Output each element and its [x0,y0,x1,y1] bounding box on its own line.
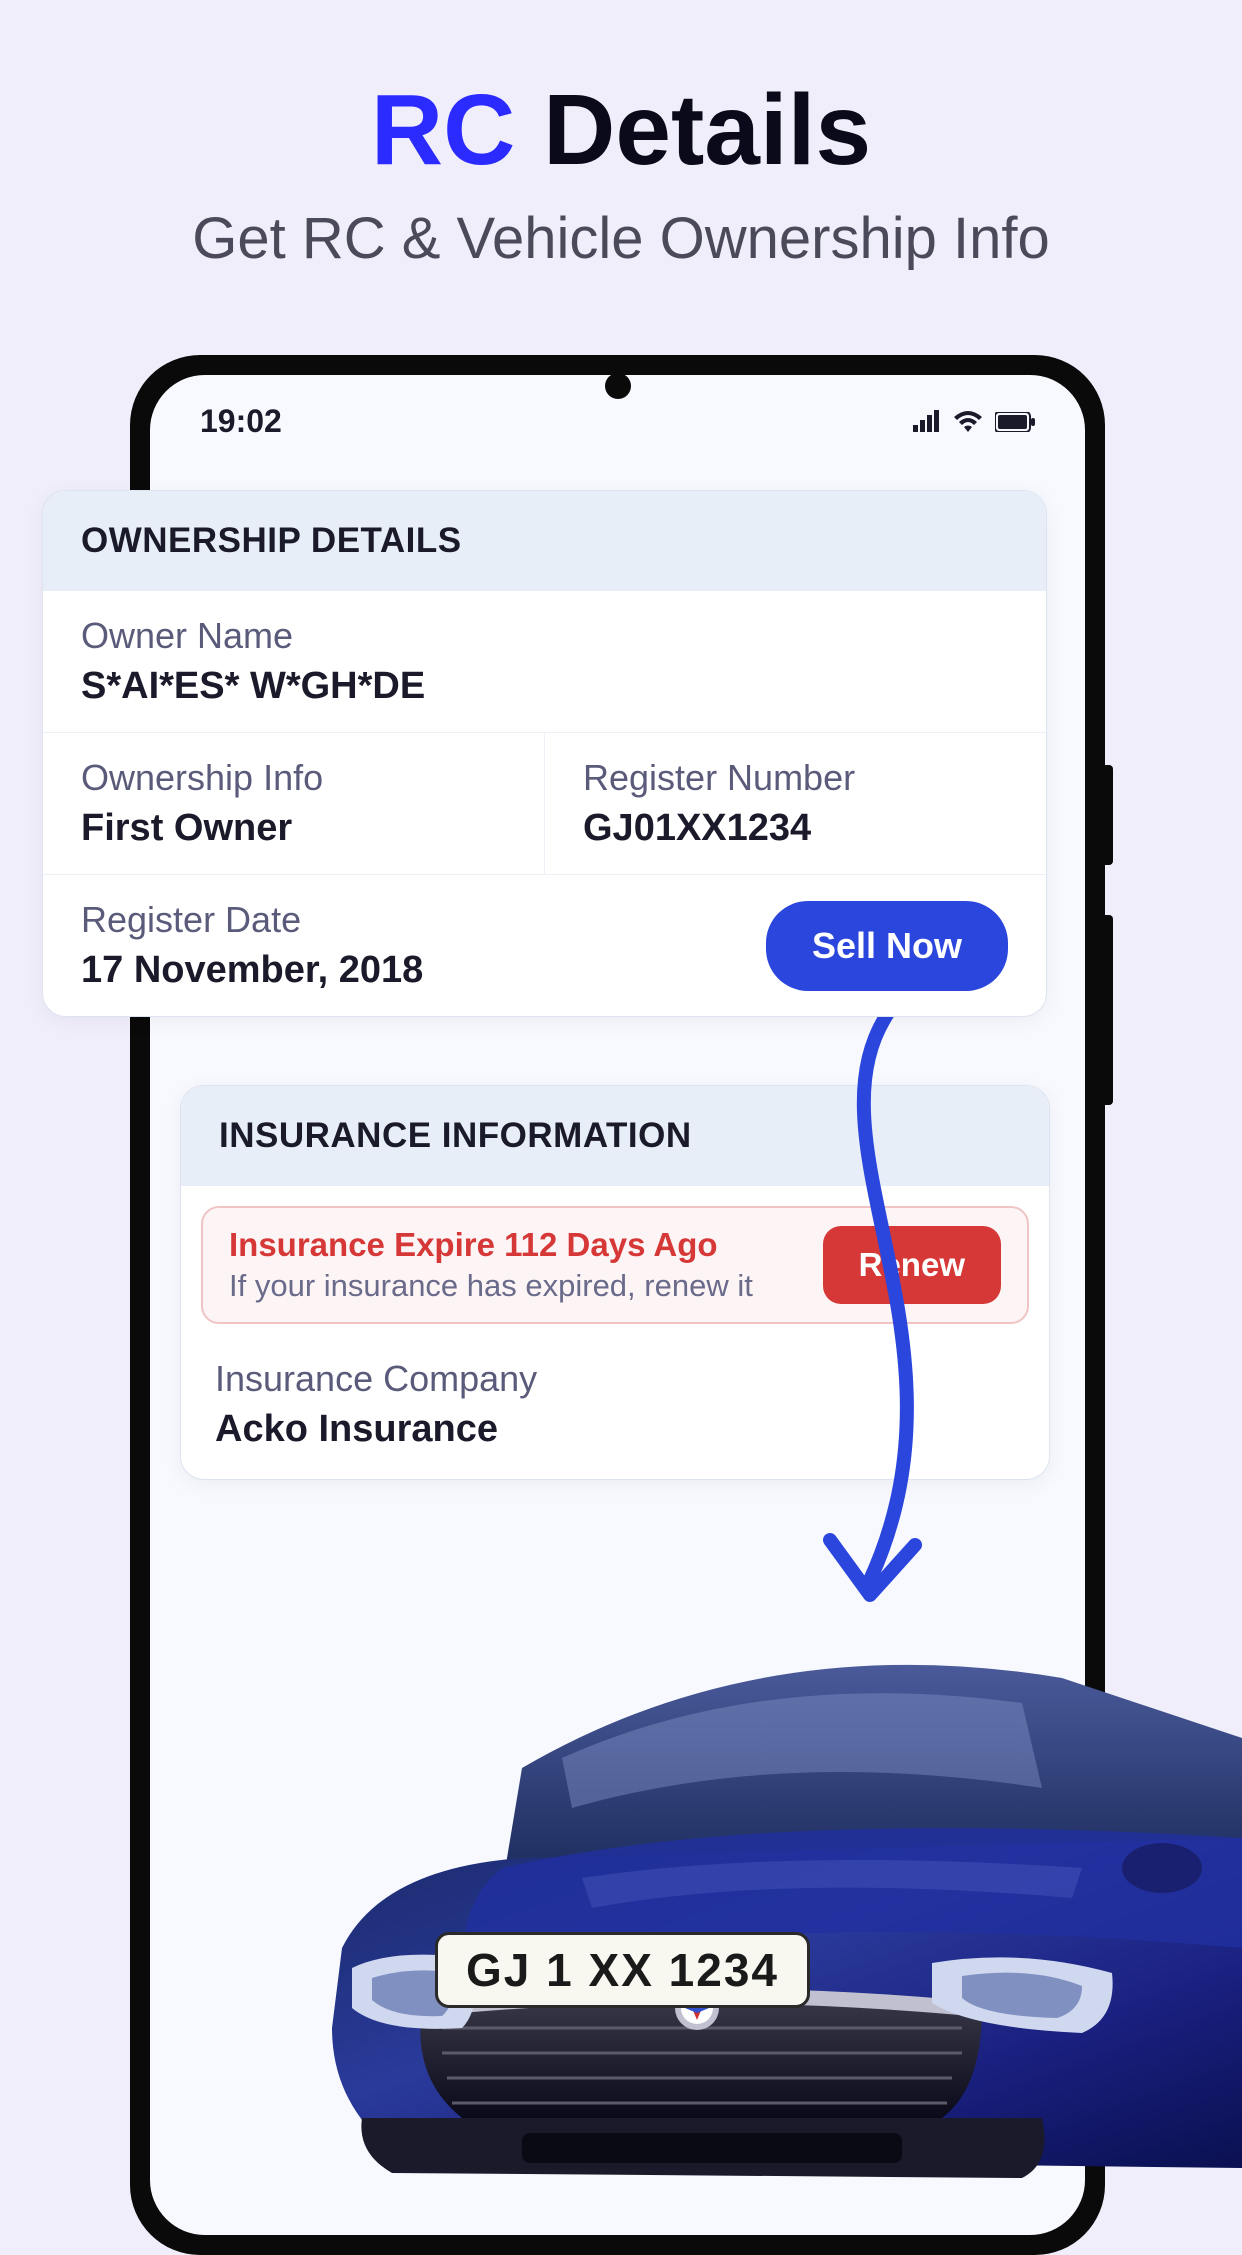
status-icons [913,403,1035,440]
title-highlight: RC [371,74,515,186]
owner-name-label: Owner Name [81,615,1008,657]
license-plate: GJ 1 XX 1234 [435,1932,810,2008]
page-subtitle: Get RC & Vehicle Ownership Info [0,205,1242,272]
owner-name-row: Owner Name S*AI*ES* W*GH*DE [43,591,1046,733]
sell-now-button[interactable]: Sell Now [766,901,1008,991]
page-header: RC Details Get RC & Vehicle Ownership In… [0,0,1242,272]
phone-camera-notch [605,373,631,399]
ownership-details-card: OWNERSHIP DETAILS Owner Name S*AI*ES* W*… [42,490,1047,1017]
phone-side-button [1105,915,1113,1105]
ownership-info-value: First Owner [81,807,506,850]
owner-name-value: S*AI*ES* W*GH*DE [81,665,1008,708]
insurance-expire-subtitle: If your insurance has expired, renew it [229,1268,805,1304]
car-image [282,1608,1242,2208]
ownership-info-col: Ownership Info First Owner [43,733,545,874]
register-number-label: Register Number [583,757,1008,799]
insurance-expire-title: Insurance Expire 112 Days Ago [229,1226,805,1264]
register-date-value: 17 November, 2018 [81,949,423,992]
status-time: 19:02 [200,403,282,440]
register-number-col: Register Number GJ01XX1234 [545,733,1046,874]
battery-icon [995,403,1035,440]
phone-side-button [1105,765,1113,865]
register-date-label: Register Date [81,899,423,941]
page-title: RC Details [0,80,1242,180]
ownership-card-header: OWNERSHIP DETAILS [43,491,1046,591]
arrow-icon [760,1000,1000,1660]
ownership-info-label: Ownership Info [81,757,506,799]
signal-icon [913,403,941,440]
title-rest: Details [515,74,871,186]
wifi-icon [953,403,983,440]
register-date-row: Register Date 17 November, 2018 Sell Now [43,875,1046,1016]
register-number-value: GJ01XX1234 [583,807,1008,850]
